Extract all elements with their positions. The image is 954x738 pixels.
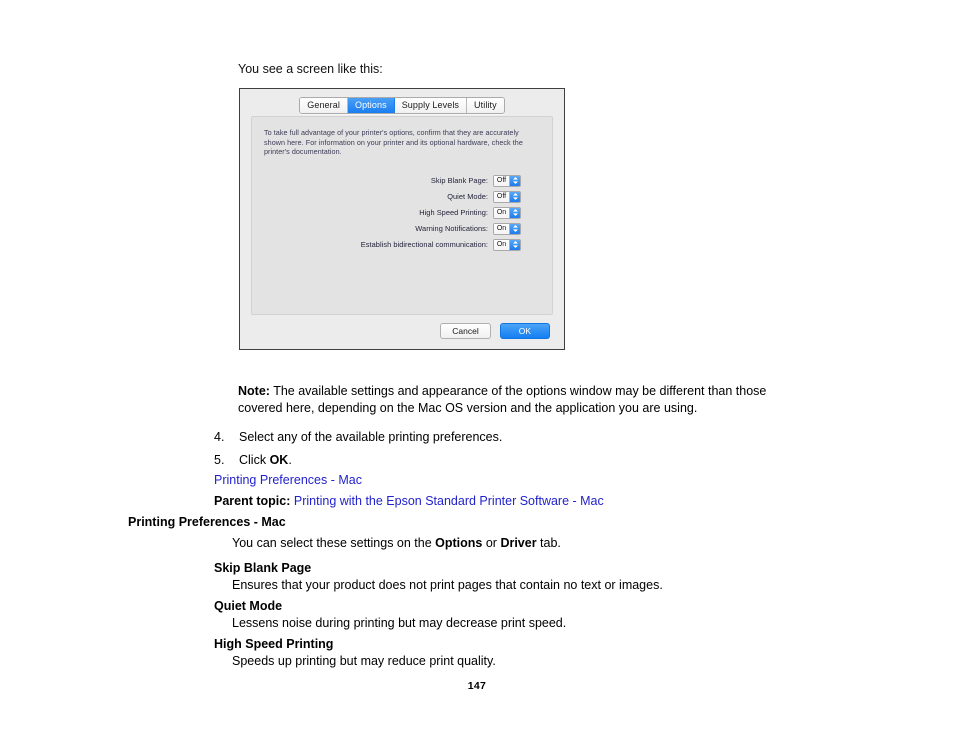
dialog-button-row: Cancel OK: [440, 323, 550, 339]
setting-row-quiet-mode: Quiet Mode: Off: [252, 189, 552, 204]
settings-list: Skip Blank Page: Off Quiet Mode: Off Hig…: [252, 173, 552, 253]
parent-topic-line: Parent topic: Printing with the Epson St…: [214, 493, 604, 510]
steps-list: 4. Select any of the available printing …: [214, 429, 774, 475]
setting-value-establish-bidirectional-communication: On: [494, 239, 509, 250]
setting-control-establish-bidirectional-communication[interactable]: On: [493, 238, 521, 251]
parent-topic-label: Parent topic:: [214, 494, 291, 508]
link-parent-topic[interactable]: Printing with the Epson Standard Printer…: [294, 494, 604, 508]
term-definition-quiet-mode: Lessens noise during printing but may de…: [232, 616, 567, 630]
setting-label-skip-blank-page: Skip Blank Page:: [430, 176, 488, 185]
term-high-speed-printing: High Speed Printing: [214, 637, 334, 651]
setting-label-high-speed-printing: High Speed Printing:: [419, 208, 488, 217]
setting-row-warning-notifications: Warning Notifications: On: [252, 221, 552, 236]
step-number: 4.: [214, 430, 225, 444]
setting-value-skip-blank-page: Off: [494, 175, 509, 186]
term-definition-skip-blank-page: Ensures that your product does not print…: [232, 578, 663, 592]
dialog-tab-bar: General Options Supply Levels Utility: [240, 97, 564, 114]
step-text: Select any of the available printing pre…: [239, 430, 503, 444]
note-label: Note:: [238, 384, 270, 398]
lead-in-text: You see a screen like this:: [238, 62, 383, 76]
setting-row-establish-bidirectional-communication: Establish bidirectional communication: O…: [252, 237, 552, 252]
setting-label-warning-notifications: Warning Notifications:: [415, 224, 488, 233]
term-quiet-mode: Quiet Mode: [214, 599, 283, 613]
setting-value-quiet-mode: Off: [494, 191, 509, 202]
link-printing-preferences-mac[interactable]: Printing Preferences - Mac: [214, 473, 362, 487]
intro-prefix: You can select these settings on the: [232, 536, 436, 550]
note-block: Note: The available settings and appeara…: [238, 383, 798, 417]
note-text: The available settings and appearance of…: [238, 384, 767, 415]
intro-bold-driver: Driver: [500, 536, 537, 550]
tab-supply-levels[interactable]: Supply Levels: [394, 98, 468, 113]
options-description: To take full advantage of your printer's…: [264, 128, 523, 157]
section-intro: You can select these settings on the Opt…: [232, 535, 561, 552]
related-link-printing-preferences: Printing Preferences - Mac: [214, 472, 362, 489]
step-item-4: 4. Select any of the available printing …: [214, 429, 774, 446]
setting-value-high-speed-printing: On: [494, 207, 509, 218]
setting-value-warning-notifications: On: [494, 223, 509, 234]
tab-general[interactable]: General: [300, 98, 348, 113]
term-definition-list: Skip Blank Page Ensures that your produc…: [214, 556, 814, 670]
intro-middle: or: [482, 536, 501, 550]
chevron-updown-icon[interactable]: [509, 223, 520, 234]
setting-control-high-speed-printing[interactable]: On: [493, 206, 521, 219]
setting-control-skip-blank-page[interactable]: Off: [493, 174, 521, 187]
document-page: You see a screen like this: General Opti…: [0, 0, 954, 738]
chevron-updown-icon[interactable]: [509, 207, 520, 218]
step-text-suffix: .: [288, 453, 292, 467]
setting-label-establish-bidirectional-communication: Establish bidirectional communication:: [360, 240, 488, 249]
intro-bold-options: Options: [435, 536, 483, 550]
intro-suffix: tab.: [536, 536, 561, 550]
step-text-prefix: Click: [239, 453, 270, 467]
term-skip-blank-page: Skip Blank Page: [214, 561, 312, 575]
term-definition-high-speed-printing: Speeds up printing but may reduce print …: [232, 654, 496, 668]
tab-group: General Options Supply Levels Utility: [299, 97, 505, 114]
section-heading: Printing Preferences - Mac: [128, 515, 286, 529]
tab-utility[interactable]: Utility: [467, 98, 504, 113]
step-number: 5.: [214, 453, 225, 467]
setting-label-quiet-mode: Quiet Mode:: [447, 192, 488, 201]
cancel-button[interactable]: Cancel: [440, 323, 491, 339]
setting-row-high-speed-printing: High Speed Printing: On: [252, 205, 552, 220]
ok-button[interactable]: OK: [499, 323, 550, 339]
tab-options[interactable]: Options: [347, 98, 395, 113]
setting-control-warning-notifications[interactable]: On: [493, 222, 521, 235]
step-text-bold: OK: [269, 453, 289, 467]
options-panel: To take full advantage of your printer's…: [251, 116, 553, 315]
step-item-5: 5. Click OK.: [214, 452, 774, 469]
chevron-updown-icon[interactable]: [509, 191, 520, 202]
step-text: Click OK.: [239, 452, 292, 469]
setting-control-quiet-mode[interactable]: Off: [493, 190, 521, 203]
printer-options-dialog: General Options Supply Levels Utility To…: [239, 88, 565, 350]
setting-row-skip-blank-page: Skip Blank Page: Off: [252, 173, 552, 188]
page-number: 147: [467, 680, 487, 692]
chevron-updown-icon[interactable]: [509, 175, 520, 186]
chevron-updown-icon[interactable]: [509, 239, 520, 250]
